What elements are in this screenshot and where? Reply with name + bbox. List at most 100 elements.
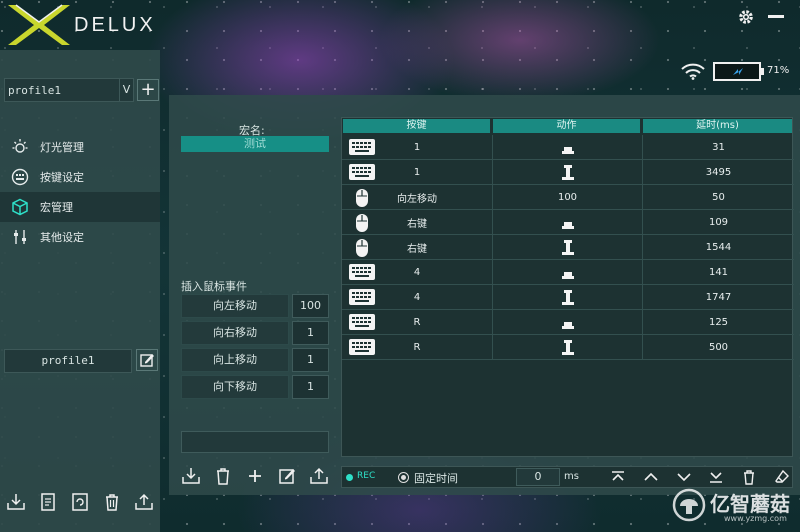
table-row[interactable]: 4 1747 bbox=[342, 285, 794, 310]
key-label: 右键 bbox=[407, 218, 427, 230]
table-row[interactable]: 右键 1544 bbox=[342, 235, 794, 260]
mouse-icon bbox=[348, 213, 376, 236]
battery-icon bbox=[713, 62, 764, 81]
key-cell: 4 bbox=[342, 285, 492, 309]
fixed-time-radio[interactable] bbox=[398, 472, 409, 483]
delete-icon[interactable] bbox=[213, 466, 233, 489]
rec-label[interactable]: REC bbox=[357, 471, 375, 481]
edit-profile-icon[interactable] bbox=[136, 349, 158, 371]
macro-list-input[interactable] bbox=[181, 431, 329, 453]
settings-gear-icon[interactable] bbox=[737, 8, 755, 26]
fixed-time-label: 固定时间 bbox=[414, 472, 458, 485]
sidebar-item-label: 其他设定 bbox=[40, 231, 84, 244]
key-press-icon bbox=[492, 210, 642, 234]
key-label: 4 bbox=[413, 266, 421, 278]
document-icon[interactable] bbox=[38, 492, 58, 515]
key-cell: 4 bbox=[342, 260, 492, 284]
keyboard-icon bbox=[348, 288, 376, 309]
key-cell: 右键 bbox=[342, 210, 492, 234]
key-label: 右键 bbox=[407, 243, 427, 255]
keyboard-icon bbox=[348, 163, 376, 184]
key-press-icon bbox=[492, 310, 642, 334]
delay-cell: 31 bbox=[642, 135, 794, 159]
table-row[interactable]: 右键 109 bbox=[342, 210, 794, 235]
table-row[interactable]: R 125 bbox=[342, 310, 794, 335]
sidebar-item-label: 灯光管理 bbox=[40, 141, 84, 154]
delay-cell: 50 bbox=[642, 185, 794, 209]
profile-select[interactable]: profile1 V bbox=[4, 78, 134, 102]
table-row[interactable]: R 500 bbox=[342, 335, 794, 360]
move-up-button[interactable]: 向上移动 bbox=[181, 348, 289, 372]
watermark: 亿智蘑菇 www.yzmg.com bbox=[672, 482, 800, 532]
header-delay: 延时(ms) bbox=[643, 119, 792, 133]
macro-name-field[interactable]: 测试 bbox=[181, 136, 329, 152]
move-right-button[interactable]: 向右移动 bbox=[181, 321, 289, 345]
record-indicator-icon[interactable] bbox=[346, 474, 353, 481]
sidebar-item-label: 宏管理 bbox=[40, 201, 73, 214]
sidebar-item-keys[interactable]: 按键设定 bbox=[0, 162, 160, 192]
delete-icon[interactable] bbox=[102, 492, 122, 515]
key-press-icon bbox=[492, 135, 642, 159]
move-row: 向右移动 1 bbox=[181, 321, 329, 345]
key-release-icon bbox=[492, 335, 642, 359]
table-row[interactable]: 1 3495 bbox=[342, 160, 794, 185]
mouse-icon bbox=[348, 238, 376, 261]
key-cell: R bbox=[342, 335, 492, 359]
export-icon[interactable] bbox=[134, 492, 154, 515]
insert-mouse-event-title: 插入鼠标事件 bbox=[181, 280, 247, 293]
key-release-icon bbox=[492, 285, 642, 309]
move-up-value[interactable]: 1 bbox=[292, 348, 329, 372]
move-left-button[interactable]: 向左移动 bbox=[181, 294, 289, 318]
keyboard-icon bbox=[348, 338, 376, 359]
keypad-icon bbox=[0, 168, 40, 186]
move-up-icon[interactable] bbox=[643, 469, 659, 488]
table-header: 按键 动作 延时(ms) bbox=[342, 119, 794, 133]
action-value: 100 bbox=[492, 185, 642, 209]
delay-ms-input[interactable]: 0 bbox=[516, 468, 560, 486]
key-label: 4 bbox=[413, 291, 421, 303]
key-label: R bbox=[413, 341, 421, 353]
move-left-value[interactable]: 100 bbox=[292, 294, 329, 318]
macro-panel: 宏名: 测试 插入鼠标事件 向左移动 100 向右移动 1 向上移动 1 向下移… bbox=[169, 95, 800, 495]
move-down-button[interactable]: 向下移动 bbox=[181, 375, 289, 399]
move-right-value[interactable]: 1 bbox=[292, 321, 329, 345]
watermark-text: 亿智蘑菇 bbox=[710, 492, 790, 516]
minimize-icon[interactable] bbox=[768, 15, 784, 18]
move-row: 向上移动 1 bbox=[181, 348, 329, 372]
table-row[interactable]: 4 141 bbox=[342, 260, 794, 285]
move-row: 向左移动 100 bbox=[181, 294, 329, 318]
delay-cell: 500 bbox=[642, 335, 794, 359]
import-icon[interactable] bbox=[181, 466, 201, 489]
sliders-icon bbox=[0, 228, 40, 246]
sidebar-item-macro[interactable]: 宏管理 bbox=[0, 192, 160, 222]
profile-select-arrow[interactable]: V bbox=[119, 79, 133, 101]
ms-unit-label: ms bbox=[564, 471, 579, 482]
header-key: 按键 bbox=[343, 119, 490, 133]
logo-text: DELUX bbox=[74, 14, 156, 36]
key-cell: 1 bbox=[342, 160, 492, 184]
add-icon[interactable] bbox=[245, 466, 265, 489]
delay-cell: 125 bbox=[642, 310, 794, 334]
table-row[interactable]: 向左移动 100 50 bbox=[342, 185, 794, 210]
edit-icon[interactable] bbox=[277, 466, 297, 489]
add-profile-button[interactable]: + bbox=[137, 79, 159, 101]
keyboard-icon bbox=[348, 313, 376, 334]
refresh-icon[interactable] bbox=[70, 492, 90, 515]
table-row[interactable]: 1 31 bbox=[342, 135, 794, 160]
sidebar-item-lighting[interactable]: 灯光管理 bbox=[0, 132, 160, 162]
key-press-icon bbox=[492, 260, 642, 284]
profile-name-field[interactable]: profile1 bbox=[4, 349, 132, 373]
delay-cell: 1544 bbox=[642, 235, 794, 259]
move-down-value[interactable]: 1 bbox=[292, 375, 329, 399]
sidebar-item-other[interactable]: 其他设定 bbox=[0, 222, 160, 252]
import-icon[interactable] bbox=[6, 492, 26, 515]
delux-logo: DELUX bbox=[6, 2, 156, 50]
profile-toolbar bbox=[0, 490, 160, 516]
macro-toolbar bbox=[181, 466, 329, 488]
watermark-url: www.yzmg.com bbox=[724, 514, 787, 523]
sun-icon bbox=[0, 138, 40, 156]
macro-events-table: 按键 动作 延时(ms) 1 31 1 3495 向左移动 100 50 右键 109 右键 154… bbox=[341, 117, 794, 457]
move-to-top-icon[interactable] bbox=[610, 469, 626, 488]
header-action: 动作 bbox=[493, 119, 640, 133]
export-icon[interactable] bbox=[309, 466, 329, 489]
